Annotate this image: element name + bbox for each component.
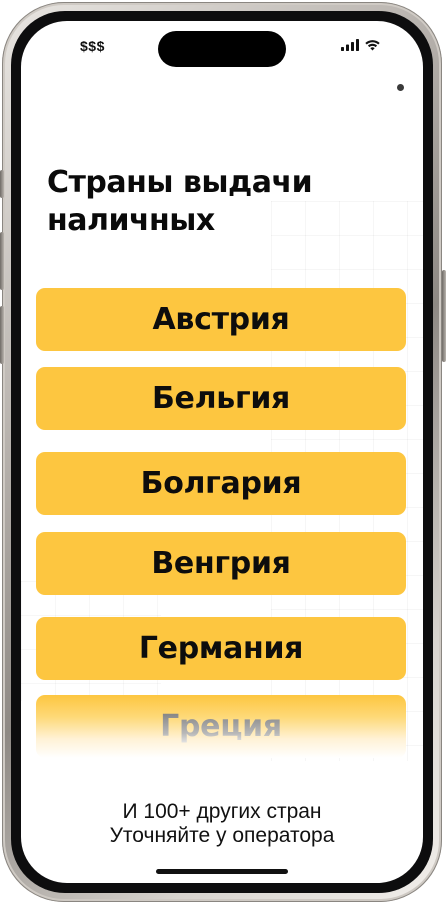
- page-title-line2: наличных: [47, 203, 215, 238]
- phone-screen: $$$ Страны выдачи наличных Австрия Бельг…: [21, 21, 423, 883]
- home-indicator[interactable]: [156, 869, 288, 874]
- country-button-austria[interactable]: Австрия: [36, 288, 406, 351]
- footer-line2: Уточняйте у оператора: [109, 824, 335, 847]
- footer-line1: И 100+ других стран: [122, 800, 322, 823]
- volume-up-button: [0, 232, 4, 290]
- status-icons: [341, 39, 381, 51]
- menu-dot-icon[interactable]: [397, 84, 404, 91]
- status-carrier: $$$: [80, 38, 105, 54]
- page-title-line1: Страны выдачи: [47, 165, 313, 200]
- country-button-greece[interactable]: Греция: [36, 695, 406, 758]
- action-button: [0, 170, 4, 198]
- country-button-bulgaria[interactable]: Болгария: [36, 452, 406, 515]
- volume-down-button: [0, 306, 4, 364]
- country-button-belgium[interactable]: Бельгия: [36, 367, 406, 430]
- page-title: Страны выдачи наличных: [47, 164, 407, 240]
- power-button: [442, 270, 446, 362]
- country-button-greece-label: Греция: [160, 709, 282, 744]
- signal-icon: [341, 39, 359, 51]
- country-button-hungary[interactable]: Венгрия: [36, 532, 406, 595]
- wifi-icon: [365, 40, 380, 51]
- country-button-germany[interactable]: Германия: [36, 617, 406, 680]
- dynamic-island: [158, 31, 286, 67]
- footer-note: И 100+ других стран Уточняйте у оператор…: [21, 800, 423, 848]
